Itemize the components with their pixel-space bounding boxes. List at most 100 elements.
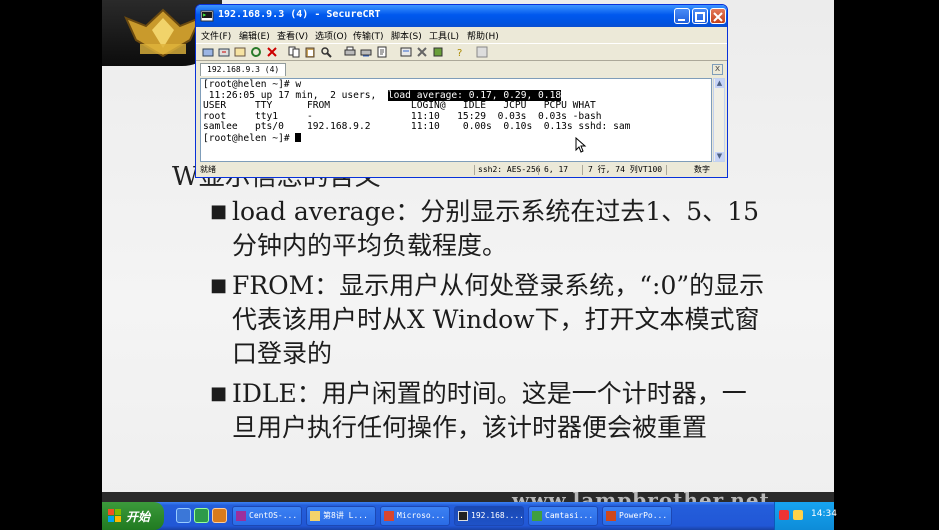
terminal-screen[interactable]: [root@helen ~]# w 11:26:05 up 17 min, 2 … bbox=[200, 78, 712, 162]
log-session-icon[interactable] bbox=[376, 46, 388, 58]
letterbox-left bbox=[0, 0, 102, 530]
windows-flag-icon bbox=[108, 509, 121, 522]
print-icon[interactable] bbox=[344, 46, 356, 58]
close-button[interactable] bbox=[710, 8, 726, 24]
vertical-scrollbar[interactable]: ▲ ▼ bbox=[713, 78, 725, 162]
terminal-prompt: [root@helen ~]# bbox=[203, 132, 296, 144]
task-microsoft[interactable]: Microso... bbox=[380, 506, 450, 526]
global-options-icon[interactable] bbox=[416, 46, 428, 58]
bullet-square-icon: ■ bbox=[210, 275, 228, 296]
terminal-line: [root@helen ~]# w bbox=[203, 79, 302, 90]
minimize-button[interactable] bbox=[674, 8, 690, 24]
task-label: PowerPo... bbox=[619, 511, 668, 520]
start-button[interactable]: 开始 bbox=[102, 502, 164, 530]
tray-security-icon[interactable] bbox=[779, 510, 789, 520]
status-divider bbox=[474, 165, 475, 175]
task-camtasia[interactable]: Camtasi... bbox=[528, 506, 598, 526]
bullet-square-icon: ■ bbox=[210, 383, 228, 404]
toolbar: ? bbox=[196, 43, 727, 61]
bullet-idle: ■ IDLE：用户闲置的时间。这是一个计时器，一旦用户执行任何操作，该计时器便会… bbox=[210, 377, 770, 445]
close-icon bbox=[713, 12, 723, 22]
menu-bar: 文件(F) 编辑(E) 查看(V) 选项(O) 传输(T) 脚本(S) 工具(L… bbox=[196, 27, 727, 43]
connect-icon[interactable] bbox=[202, 46, 214, 58]
bullet-load-average: ■ load average：分别显示系统在过去1、5、15分钟内的平均负载程度… bbox=[210, 195, 770, 263]
status-divider bbox=[538, 165, 539, 175]
session-options-icon[interactable] bbox=[400, 46, 412, 58]
print-selection-icon[interactable] bbox=[360, 46, 372, 58]
securecrt-window[interactable]: 192.168.9.3 (4) - SecureCRT 文件(F) 编辑(E) … bbox=[195, 4, 728, 178]
terminal-line: samlee pts/0 192.168.9.2 11:10 0.00s 0.1… bbox=[203, 121, 631, 132]
firefox-icon[interactable] bbox=[212, 508, 227, 523]
session-tabs: 192.168.9.3 (4) x bbox=[196, 62, 727, 77]
folder-icon bbox=[310, 511, 320, 521]
svg-text:?: ? bbox=[457, 48, 462, 58]
task-powerpoint[interactable]: PowerPo... bbox=[602, 506, 672, 526]
menu-help[interactable]: 帮助(H) bbox=[467, 29, 499, 42]
menu-edit[interactable]: 编辑(E) bbox=[239, 29, 270, 42]
securecrt-task-icon bbox=[458, 511, 468, 521]
status-terminal-type: VT100 bbox=[638, 165, 663, 174]
bullet-text: FROM：显示用户从何处登录系统，“:0”的显示代表该用户时从X Window下… bbox=[232, 271, 765, 368]
connect-tab-icon[interactable] bbox=[234, 46, 246, 58]
bullet-from: ■ FROM：显示用户从何处登录系统，“:0”的显示代表该用户时从X Windo… bbox=[210, 269, 770, 371]
maximize-button[interactable] bbox=[692, 8, 708, 24]
keymap-icon[interactable] bbox=[476, 46, 488, 58]
system-tray: 14:34 bbox=[774, 502, 837, 530]
status-divider bbox=[582, 165, 583, 175]
help-icon[interactable]: ? bbox=[454, 46, 466, 58]
lamp-logo-icon bbox=[124, 8, 202, 58]
bullet-text: load average：分别显示系统在过去1、5、15分钟内的平均负载程度。 bbox=[232, 197, 760, 260]
task-label: Camtasi... bbox=[545, 511, 594, 520]
terminal-highlight-load-average: load average: 0.17, 0.29, 0.18 bbox=[387, 89, 562, 101]
maximize-icon bbox=[695, 12, 705, 22]
tray-network-icon[interactable] bbox=[793, 510, 803, 520]
show-desktop-icon[interactable] bbox=[176, 508, 191, 523]
windows-taskbar: 开始 CentOS-... 第8讲 L... Microso... 192.16… bbox=[102, 502, 837, 530]
menu-transfer[interactable]: 传输(T) bbox=[353, 29, 384, 42]
status-divider bbox=[666, 165, 667, 175]
task-label: Microso... bbox=[397, 511, 446, 520]
tab-close-button[interactable]: x bbox=[712, 64, 723, 75]
quick-connect-icon[interactable] bbox=[218, 46, 230, 58]
bullet-text: IDLE：用户闲置的时间。这是一个计时器，一旦用户执行任何操作，该计时器便会被重… bbox=[232, 379, 747, 442]
powerpoint-icon bbox=[606, 511, 616, 521]
menu-options[interactable]: 选项(O) bbox=[315, 29, 347, 42]
camtasia-icon bbox=[532, 511, 542, 521]
window-titlebar[interactable]: 192.168.9.3 (4) - SecureCRT bbox=[196, 5, 727, 27]
scroll-down-icon[interactable]: ▼ bbox=[715, 152, 724, 161]
task-label: CentOS-... bbox=[249, 511, 298, 520]
scroll-up-icon[interactable]: ▲ bbox=[715, 79, 724, 88]
menu-tools[interactable]: 工具(L) bbox=[429, 29, 459, 42]
copy-icon[interactable] bbox=[288, 46, 300, 58]
task-lesson8[interactable]: 第8讲 L... bbox=[306, 506, 376, 526]
task-label: 192.168.... bbox=[471, 511, 524, 520]
task-label: 第8讲 L... bbox=[323, 511, 368, 520]
menu-view[interactable]: 查看(V) bbox=[277, 29, 308, 42]
sftp-icon[interactable] bbox=[432, 46, 444, 58]
status-cursor-position: 6, 17 bbox=[544, 165, 569, 174]
bullet-list: ■ load average：分别显示系统在过去1、5、15分钟内的平均负载程度… bbox=[210, 195, 770, 451]
session-tab[interactable]: 192.168.9.3 (4) bbox=[200, 63, 287, 76]
window-title: 192.168.9.3 (4) - SecureCRT bbox=[218, 9, 381, 20]
task-securecrt[interactable]: 192.168.... bbox=[454, 506, 524, 526]
disconnect-icon[interactable] bbox=[266, 46, 278, 58]
task-centos[interactable]: CentOS-... bbox=[232, 506, 302, 526]
internet-explorer-icon[interactable] bbox=[194, 508, 209, 523]
start-label: 开始 bbox=[126, 510, 151, 524]
terminal-cursor bbox=[295, 132, 302, 142]
status-encryption: ssh2: AES-256 bbox=[478, 165, 541, 174]
securecrt-app-icon bbox=[200, 10, 214, 22]
menu-file[interactable]: 文件(F) bbox=[201, 29, 231, 42]
office-app-icon bbox=[384, 511, 394, 521]
find-icon[interactable] bbox=[320, 46, 332, 58]
clock[interactable]: 14:34 bbox=[811, 509, 837, 519]
menu-script[interactable]: 脚本(S) bbox=[391, 29, 422, 42]
minimize-icon bbox=[678, 19, 685, 21]
terminal-line: root tty1 - 11:10 15:29 0.03s 0.03s -bas… bbox=[203, 110, 602, 122]
paste-icon[interactable] bbox=[304, 46, 316, 58]
vm-app-icon bbox=[236, 511, 246, 521]
reconnect-icon[interactable] bbox=[250, 46, 262, 58]
bullet-square-icon: ■ bbox=[210, 201, 228, 222]
status-ready: 就绪 bbox=[200, 165, 216, 174]
status-numlock: 数字 bbox=[694, 165, 710, 174]
